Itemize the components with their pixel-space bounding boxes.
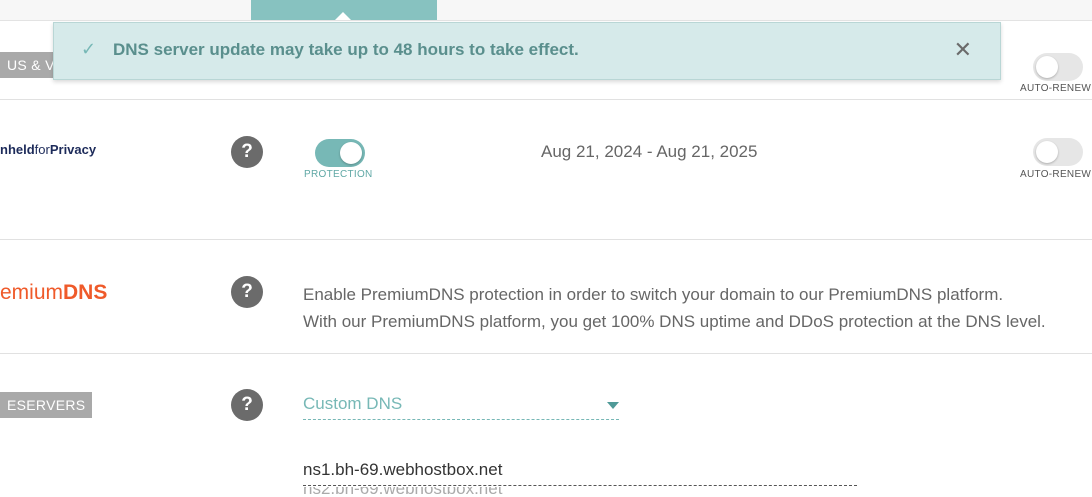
row-divider [0,239,1092,240]
brand-text: emium [0,281,64,304]
privacy-dates: Aug 21, 2024 - Aug 21, 2025 [541,142,758,161]
auto-renew-caption-top: AUTO-RENEW [1020,83,1092,94]
row-divider [0,99,1092,100]
notice-message: DNS server update may take up to 48 hour… [113,40,579,59]
close-icon[interactable]: ✕ [954,37,972,63]
brand-text: DNS [63,281,108,304]
nameservers-tag: ESERVERS [0,392,93,418]
top-tab-strip [0,0,1092,21]
auto-renew-toggle[interactable] [1033,138,1083,166]
premiumdns-description: Enable PremiumDNS protection in order to… [303,281,1046,335]
premiumdns-logo: emiumDNS [0,281,107,305]
tab[interactable] [0,0,252,20]
help-icon[interactable]: ? [231,389,263,421]
tab[interactable] [437,0,624,20]
description-line: Enable PremiumDNS protection in order to… [303,285,1004,304]
check-icon: ✓ [81,39,97,59]
nameserver-1-input[interactable]: ns1.bh-69.webhostbox.net [303,460,857,486]
dns-type-select[interactable]: Custom DNS [303,394,619,420]
dns-update-notice: ✓ DNS server update may take up to 48 ho… [53,22,1001,80]
privacy-brand-logo: nheldforPrivacy [0,142,96,157]
toggle-knob [340,142,362,164]
toggle-knob [1036,56,1058,78]
brand-text: nheld [0,142,35,157]
protection-caption: PROTECTION [304,169,373,180]
tab[interactable] [623,0,842,20]
row-divider [0,353,1092,354]
protection-toggle[interactable] [315,139,365,167]
auto-renew-caption: AUTO-RENEW [1020,169,1092,180]
brand-text: Privacy [49,142,97,157]
tab-active[interactable] [251,0,438,20]
tab[interactable] [841,0,1028,20]
select-value: Custom DNS [303,394,403,413]
description-line: With our PremiumDNS platform, you get 10… [303,312,1046,331]
toggle-knob [1036,141,1058,163]
tab[interactable] [1027,0,1092,20]
nameserver-2-value: ns2.bh-69.webhostbox.net [303,487,503,497]
nameserver-2-input[interactable]: ns2.bh-69.webhostbox.net [303,487,857,497]
help-icon[interactable]: ? [231,136,263,168]
nameserver-1-value: ns1.bh-69.webhostbox.net [303,460,503,479]
auto-renew-toggle-top[interactable] [1033,53,1083,81]
help-icon[interactable]: ? [231,276,263,308]
chevron-down-icon [607,402,619,409]
brand-text: for [34,142,50,157]
